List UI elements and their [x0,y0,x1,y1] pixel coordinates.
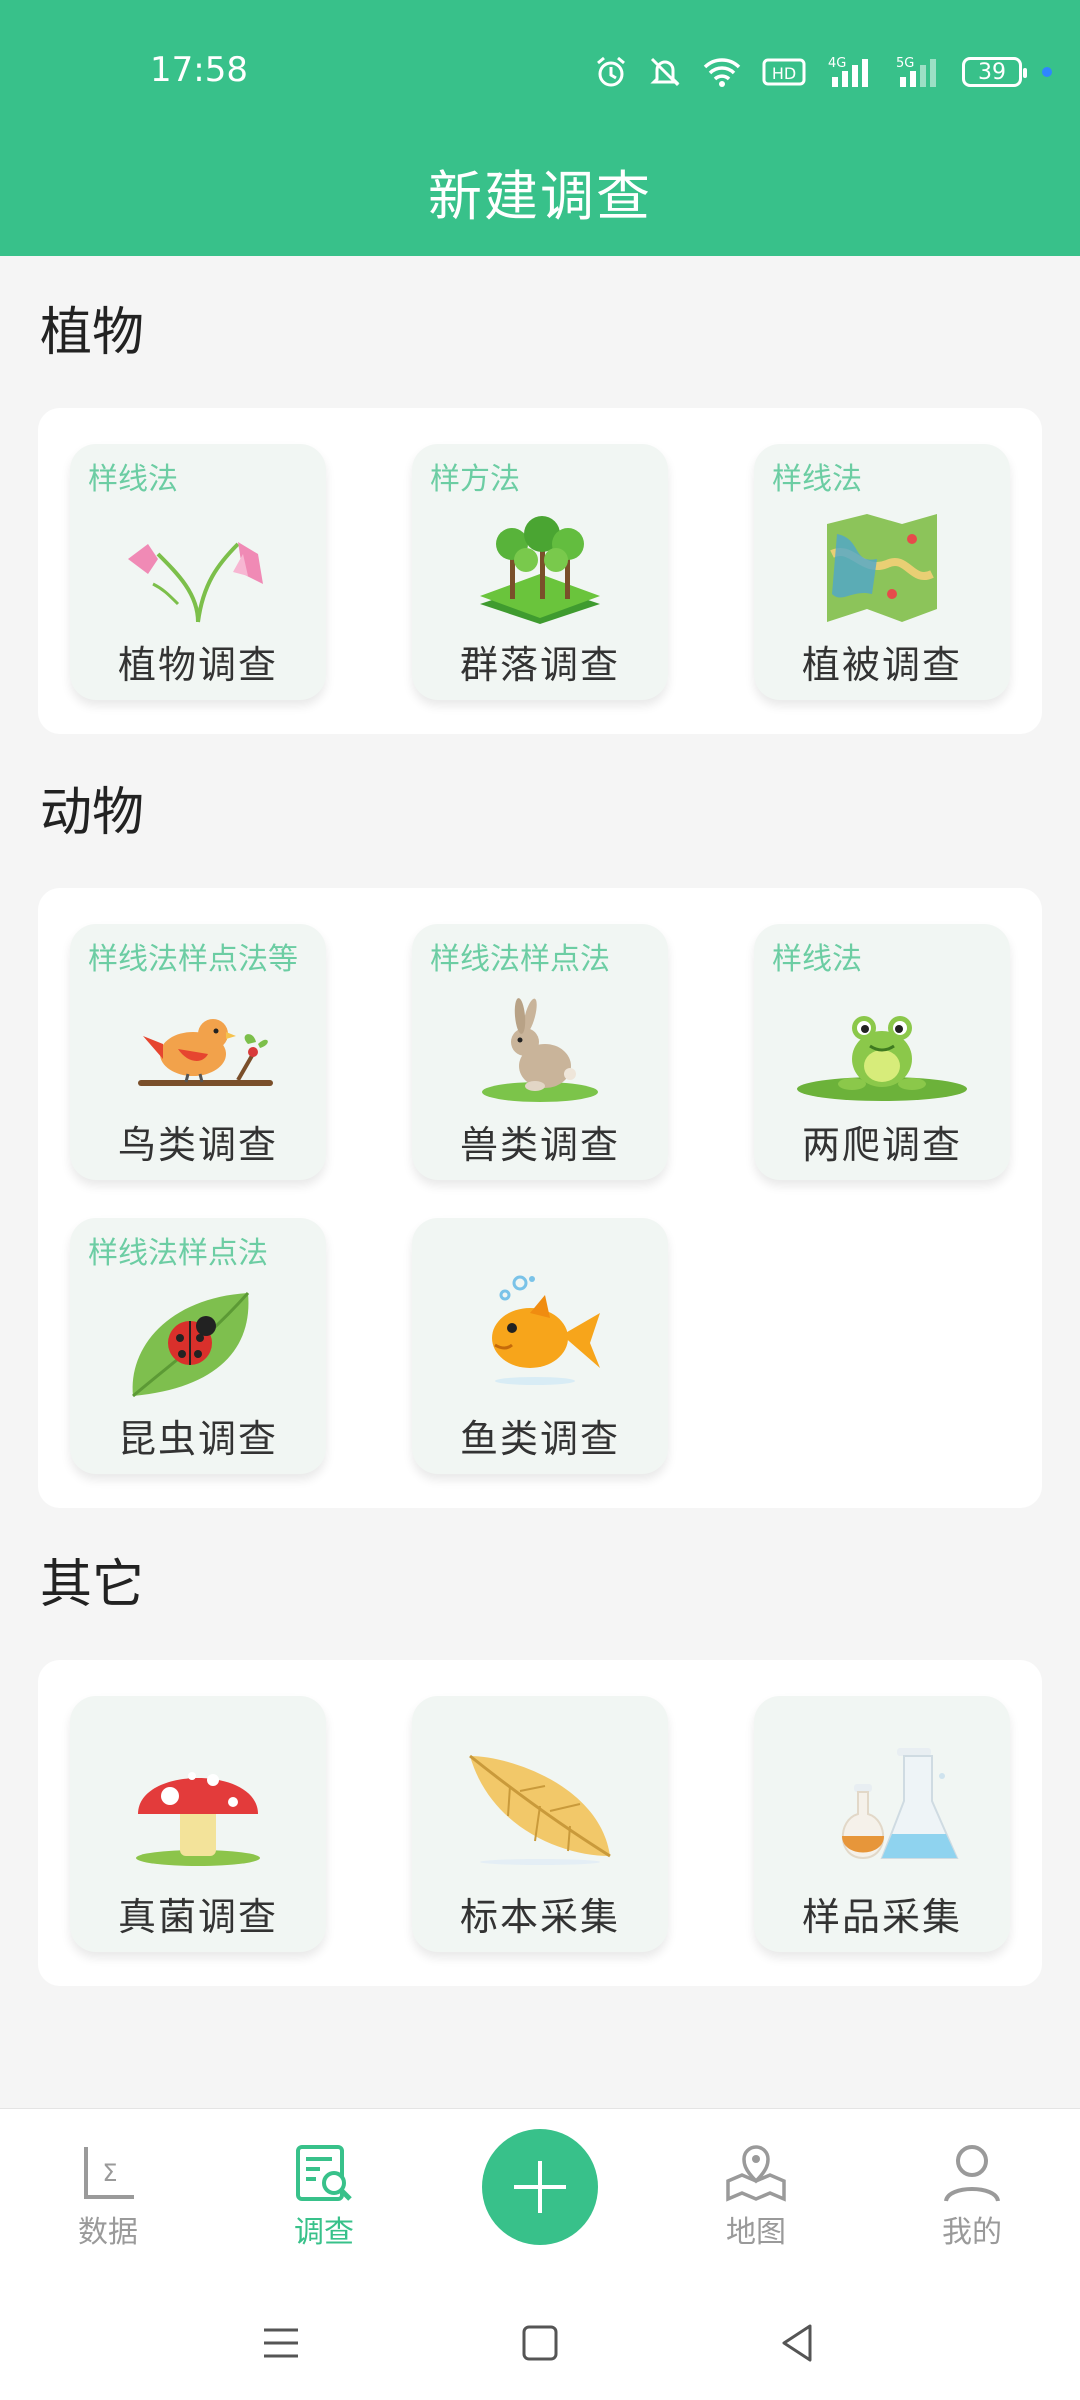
system-nav-bar [0,2288,1080,2400]
battery-indicator: 39 [962,57,1027,87]
alarm-icon [597,56,625,87]
forest-icon [480,516,600,624]
wifi-icon [703,58,741,87]
map-pin-icon [726,2145,786,2202]
flask-icon [841,1748,959,1860]
tile-bird-survey[interactable]: 样线法样点法等 鸟类调查 [70,924,326,1180]
nav-survey[interactable]: 调查 [244,2141,404,2251]
method-label: 样线法样点法等 [88,942,298,977]
tile-plant-survey[interactable]: 样线法 植物调查 [70,444,326,700]
flower-icon [128,542,263,623]
signal-5g-icon: 5G [896,56,936,87]
rabbit-icon [482,998,598,1102]
tile-insect-survey[interactable]: 样线法样点法 昆虫调查 [70,1218,326,1474]
nav-label: 数据 [78,2215,138,2250]
notification-dot [1042,67,1052,77]
others-card: 真菌调查 标本采集 样品采集 [38,1660,1042,1986]
tile-label: 植物调查 [117,643,278,687]
mute-icon [650,57,680,87]
nav-map[interactable]: 地图 [676,2141,836,2251]
home-icon[interactable] [515,2318,565,2368]
svg-text:Σ: Σ [102,2159,117,2187]
method-label: 样线法 [772,462,862,497]
tile-label: 鸟类调查 [117,1123,278,1167]
method-label: 样线法样点法 [430,942,610,977]
ladybug-icon [132,1292,250,1398]
bottom-nav: Σ 数据 调查 地图 我的 [0,2108,1080,2289]
plants-card: 样线法 植物调查 样方法 群落调查 样线法 植被调查 [38,408,1042,734]
tile-fish-survey[interactable]: 鱼类调查 [412,1218,668,1474]
section-title-others: 其它 [40,1555,145,1615]
tile-label: 植被调查 [801,643,962,687]
method-label: 样线法 [772,942,862,977]
tile-label: 真菌调查 [117,1895,278,1939]
svg-text:HD: HD [772,64,796,83]
nav-profile[interactable]: 我的 [892,2141,1052,2251]
fish-icon [492,1275,600,1385]
method-label: 样线法样点法 [88,1236,268,1271]
tile-label: 群落调查 [459,643,620,687]
bird-icon [138,1019,273,1086]
mushroom-icon [136,1772,260,1866]
tile-community-survey[interactable]: 样方法 群落调查 [412,444,668,700]
tile-label: 鱼类调查 [459,1417,620,1461]
back-icon[interactable] [772,2318,822,2368]
nav-label: 调查 [294,2215,354,2250]
profile-icon [944,2145,1000,2202]
tile-sample-collection[interactable]: 样品采集 [754,1696,1010,1952]
data-icon: Σ [84,2147,134,2199]
add-survey-button[interactable] [482,2129,598,2245]
tile-label: 兽类调查 [459,1123,620,1167]
page-title: 新建调查 [428,165,652,228]
method-label: 样方法 [430,462,520,497]
tile-label: 标本采集 [459,1895,620,1939]
section-title-animals: 动物 [40,783,145,843]
add-icon [514,2161,566,2213]
svg-text:4G: 4G [828,56,846,71]
map-icon [827,514,937,622]
tile-mammal-survey[interactable]: 样线法样点法 兽类调查 [412,924,668,1180]
tile-vegetation-survey[interactable]: 样线法 植被调查 [754,444,1010,700]
leaf-icon [469,1754,611,1865]
method-label: 样线法 [88,462,178,497]
survey-icon [296,2145,352,2201]
animals-card: 样线法样点法等 鸟类调查 样线法样点法 兽类调查 样线法 两爬调查 样线法样点法… [38,888,1042,1508]
svg-text:5G: 5G [896,56,914,71]
signal-4g-icon: 4G [828,56,868,87]
menu-icon[interactable] [256,2318,306,2368]
frog-icon [797,1016,967,1101]
tile-label: 昆虫调查 [117,1417,278,1461]
nav-label: 我的 [942,2215,1002,2250]
status-time: 17:58 [150,50,248,90]
tile-specimen-collection[interactable]: 标本采集 [412,1696,668,1952]
section-title-plants: 植物 [40,303,145,363]
tile-label: 样品采集 [801,1895,962,1939]
app-header: 17:58 HD 4G 5G 39 新建调查 [0,0,1080,256]
status-bar-icons: HD 4G 5G 39 [594,52,1052,92]
tile-label: 两爬调查 [801,1123,962,1167]
nav-label: 地图 [726,2215,786,2250]
nav-data[interactable]: Σ 数据 [28,2141,188,2251]
tile-fungi-survey[interactable]: 真菌调查 [70,1696,326,1952]
hd-icon: HD [762,58,806,86]
tile-amphibian-reptile-survey[interactable]: 样线法 两爬调查 [754,924,1010,1180]
